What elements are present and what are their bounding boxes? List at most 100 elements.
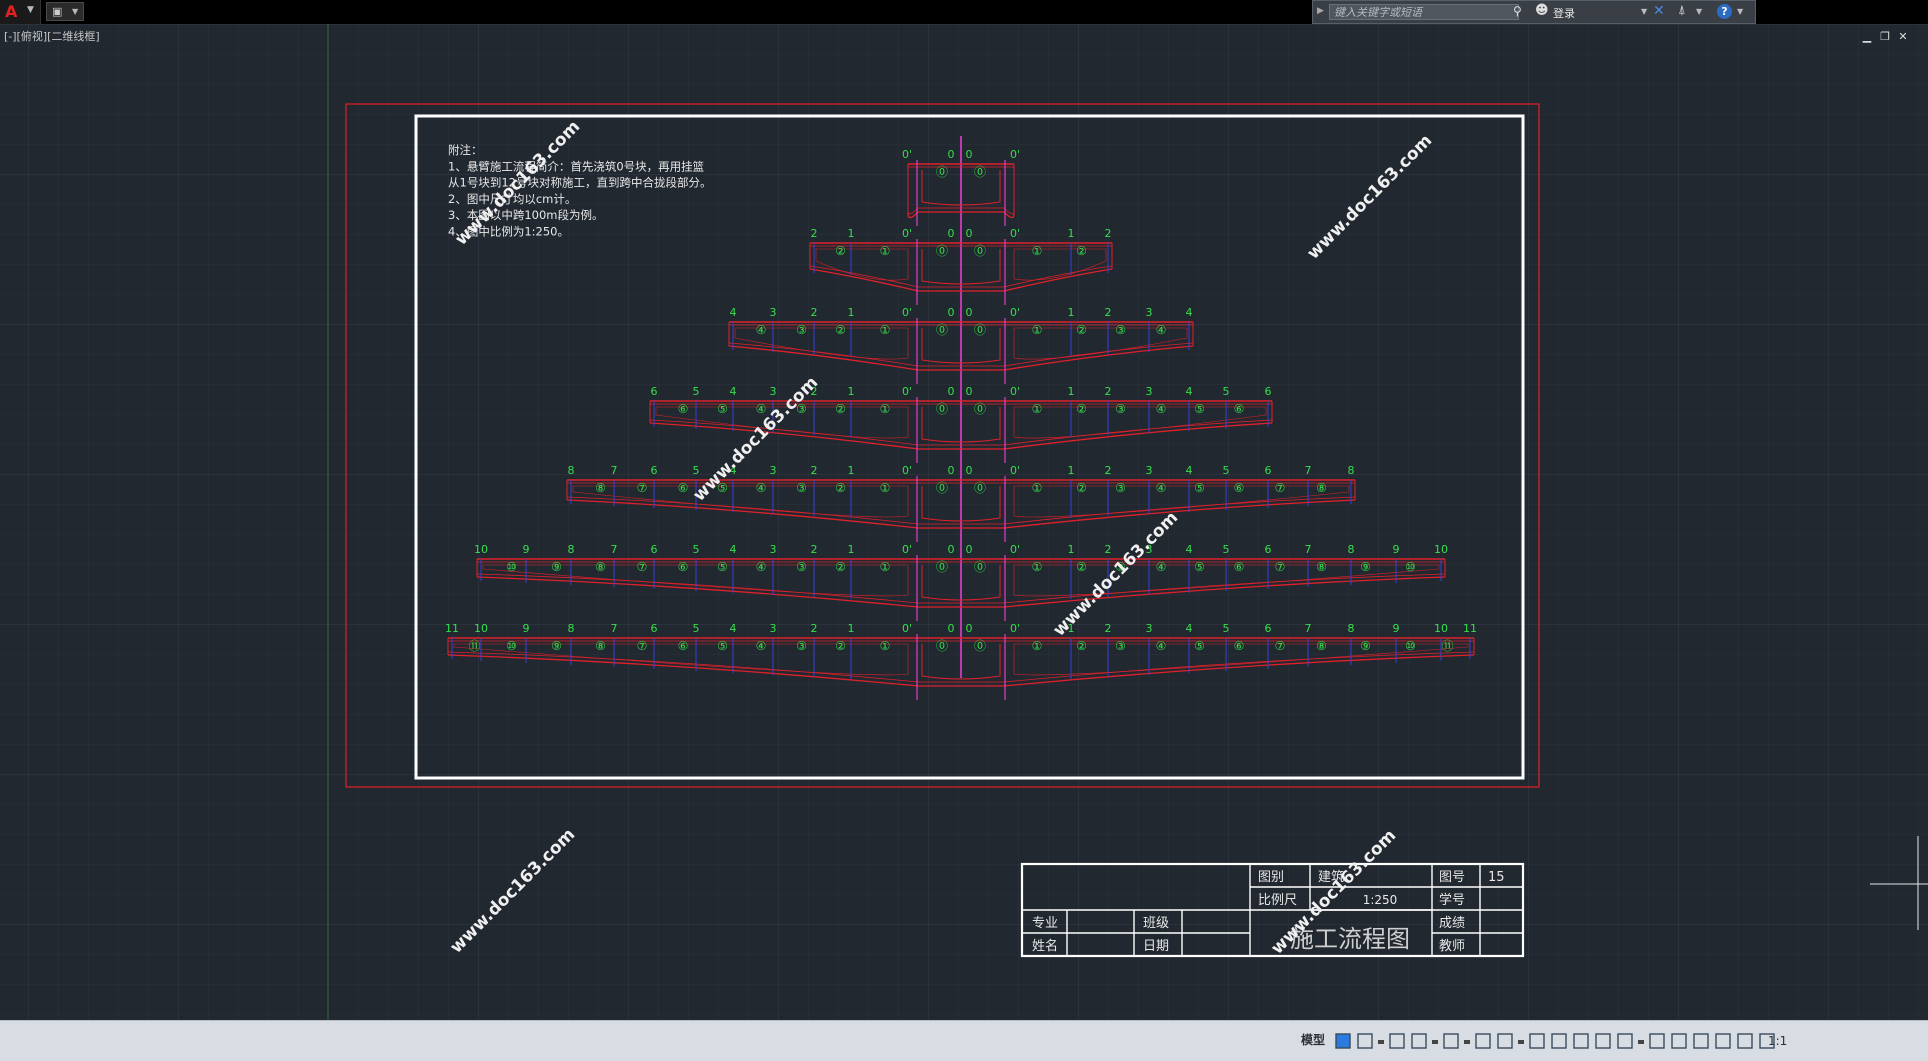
annotation-scale-icon[interactable] (1595, 1033, 1611, 1049)
segment-circle-label: ② (1076, 560, 1087, 574)
status-bar-icons: 1:1 (1335, 1033, 1787, 1049)
search-input[interactable] (1329, 4, 1519, 20)
segment-circle-label: ① (880, 481, 891, 495)
segment-number-label: 4 (730, 622, 737, 635)
segment-circle-label: ① (1032, 560, 1043, 574)
segment-number-label: 7 (1305, 464, 1312, 477)
segment-number-label: 5 (693, 385, 700, 398)
quick-access-toolbar-button[interactable]: ▣ ▼ (46, 2, 84, 21)
osnap-icon[interactable] (1443, 1033, 1459, 1049)
chevron-down-icon[interactable] (1432, 1040, 1438, 1044)
segment-circle-label: ② (835, 481, 846, 495)
segment-circle-label: ⓪ (974, 165, 986, 179)
segment-number-label: 0' (1010, 227, 1020, 240)
segment-circle-label: ② (835, 639, 846, 653)
plus-icon[interactable] (1649, 1033, 1665, 1049)
infocenter-toolbar: ▶ ⚲ ☻ 登录 ▼ ✕ ⍋ ▼ ? ▼ (1312, 0, 1756, 24)
exchange-x-icon[interactable]: ✕ (1653, 3, 1665, 19)
chevron-down-icon[interactable] (1464, 1040, 1470, 1044)
segment-number-label: 0' (902, 227, 912, 240)
title-block-sheet-no-label: 图号 (1439, 870, 1465, 885)
segment-number-label: 4 (1186, 306, 1193, 319)
restore-icon[interactable]: ❐ (1876, 30, 1894, 43)
segment-circle-label: ① (880, 639, 891, 653)
annotation-scale-label[interactable]: 1:1 (1768, 1034, 1787, 1048)
expand-arrow-icon[interactable]: ▶ (1317, 6, 1324, 16)
segment-circle-label: ③ (796, 481, 807, 495)
chevron-down-icon[interactable] (1518, 1040, 1524, 1044)
segment-number-label: 8 (568, 464, 575, 477)
lineweight-icon[interactable] (1529, 1033, 1545, 1049)
minimize-icon[interactable]: ▁ (1858, 30, 1876, 43)
object-snap-tracking-icon[interactable] (1497, 1033, 1513, 1049)
title-block-teacher-label: 教师 (1439, 938, 1465, 954)
auto-scale-icon[interactable] (1573, 1033, 1589, 1049)
segment-number-label: 1 (1068, 227, 1075, 240)
drawing-svg: 附注： 1、悬臂施工流程简介：首先浇筑0号块，再用挂篮从1号块到12号块对称施工，… (0, 24, 1928, 1020)
autocad-logo-icon: A (5, 2, 18, 21)
segment-circle-label: ⑧ (1316, 481, 1327, 495)
segment-circle-label: ⑦ (1275, 560, 1286, 574)
application-menu-button[interactable]: A ▼ (0, 0, 41, 24)
chevron-down-icon[interactable] (1638, 1040, 1644, 1044)
segment-number-label: 0 (948, 306, 955, 319)
chevron-down-icon[interactable] (1378, 1040, 1384, 1044)
snap-grid-icon[interactable] (1357, 1033, 1373, 1049)
segment-circle-label: ⑨ (551, 560, 562, 574)
segment-number-label: 0' (1010, 148, 1020, 161)
a360-icon[interactable]: ⍋ (1678, 3, 1686, 18)
segment-circle-label: ⑥ (1234, 639, 1245, 653)
segment-number-label: 2 (811, 464, 818, 477)
segment-circle-label: ⑧ (1316, 560, 1327, 574)
title-block-name-label: 姓名 (1032, 938, 1058, 954)
ortho-icon[interactable] (1389, 1033, 1405, 1049)
segment-circle-label: ② (1076, 402, 1087, 416)
segment-number-label: 1 (848, 306, 855, 319)
segment-number-label: 7 (1305, 622, 1312, 635)
workspace-icon[interactable] (1617, 1033, 1633, 1049)
segment-circle-label: ⑥ (678, 639, 689, 653)
title-block-scale-value: 1:250 (1363, 893, 1398, 907)
segment-circle-label: ① (880, 402, 891, 416)
chevron-down-icon[interactable]: ▼ (1737, 7, 1743, 16)
segment-circle-label: ① (1032, 323, 1043, 337)
model-tab[interactable]: 模型 (1298, 1029, 1328, 1051)
segment-number-label: 9 (1393, 622, 1400, 635)
segment-number-label: 7 (611, 622, 618, 635)
segment-number-label: 4 (1186, 464, 1193, 477)
close-icon[interactable]: ✕ (1894, 30, 1912, 43)
customization-icon[interactable] (1737, 1033, 1753, 1049)
clean-screen-icon[interactable] (1715, 1033, 1731, 1049)
hardware-accel-icon[interactable] (1671, 1033, 1687, 1049)
annotation-visibility-icon[interactable] (1551, 1033, 1567, 1049)
segment-number-label: 2 (1105, 543, 1112, 556)
segment-number-label: 1 (848, 464, 855, 477)
help-icon[interactable]: ? (1717, 4, 1732, 19)
segment-number-label: 1 (1068, 543, 1075, 556)
user-icon[interactable]: ☻ (1535, 3, 1549, 18)
segment-number-label: 2 (1105, 227, 1112, 240)
segment-circle-label: ⑪ (468, 639, 480, 653)
segment-circle-label: ⓪ (974, 560, 986, 574)
segment-number-label: 2 (1105, 464, 1112, 477)
binoculars-icon[interactable]: ⚲ (1513, 4, 1522, 18)
segment-number-label: 10 (474, 622, 488, 635)
segment-number-label: 4 (1186, 385, 1193, 398)
segment-number-label: 8 (568, 543, 575, 556)
drawing-canvas[interactable]: 附注： 1、悬臂施工流程简介：首先浇筑0号块，再用挂篮 从1号块到12号块对称施工，… (0, 24, 1928, 1020)
segment-number-label: 5 (1223, 543, 1230, 556)
chevron-down-icon[interactable]: ▼ (1641, 7, 1647, 16)
sign-in-label[interactable]: 登录 (1553, 5, 1575, 21)
isodraft-icon[interactable] (1475, 1033, 1491, 1049)
chevron-down-icon[interactable]: ▼ (1696, 7, 1702, 16)
isolate-objects-icon[interactable] (1693, 1033, 1709, 1049)
segment-number-label: 1 (1068, 385, 1075, 398)
segment-circle-label: ⑨ (1360, 639, 1371, 653)
segment-number-label: 6 (1265, 543, 1272, 556)
segment-number-label: 5 (1223, 464, 1230, 477)
segment-number-label: 3 (770, 622, 777, 635)
viewport-controls-label[interactable]: [-][俯视][二维线框] (4, 28, 100, 44)
segment-number-label: 0 (948, 622, 955, 635)
grid-icon[interactable] (1335, 1033, 1351, 1049)
polar-tracking-icon[interactable] (1411, 1033, 1427, 1049)
